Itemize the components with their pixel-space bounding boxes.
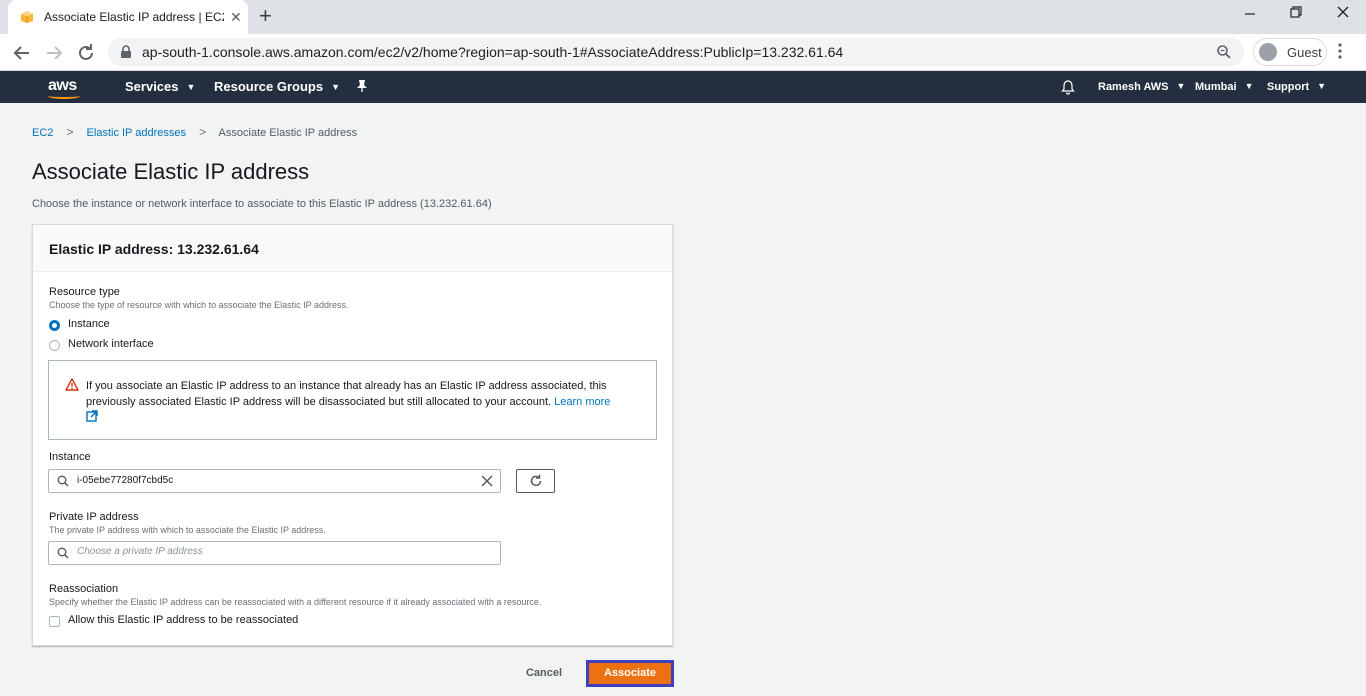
- private-ip-label: Private IP address: [49, 511, 139, 523]
- instance-value: i-05ebe77280f7cbd5c: [77, 475, 174, 486]
- close-icon[interactable]: ✕: [230, 9, 242, 26]
- reassociation-checkbox-label[interactable]: Allow this Elastic IP address to be reas…: [68, 614, 298, 626]
- services-label: Services: [125, 79, 179, 94]
- account-menu[interactable]: Ramesh AWS ▼: [1098, 81, 1185, 93]
- pin-icon[interactable]: [356, 79, 368, 96]
- profile-label: Guest: [1287, 45, 1322, 60]
- new-tab-button[interactable]: +: [259, 5, 272, 27]
- private-ip-description: The private IP address with which to ass…: [49, 525, 326, 535]
- restore-icon[interactable]: [1290, 5, 1302, 23]
- region-menu[interactable]: Mumbai ▼: [1195, 81, 1253, 93]
- kebab-menu-icon[interactable]: [1338, 43, 1342, 59]
- profile-button[interactable]: Guest: [1253, 38, 1327, 66]
- chevron-right-icon: >: [66, 125, 74, 139]
- breadcrumb-elastic-ips[interactable]: Elastic IP addresses: [87, 127, 186, 139]
- page-title: Associate Elastic IP address: [32, 159, 310, 184]
- warning-alert: If you associate an Elastic IP address t…: [48, 360, 657, 440]
- avatar-icon: [1259, 43, 1277, 61]
- cancel-button[interactable]: Cancel: [516, 664, 572, 682]
- resource-groups-menu[interactable]: Resource Groups ▼: [214, 79, 340, 94]
- private-ip-input-wrapper[interactable]: [48, 541, 501, 565]
- reassociation-description: Specify whether the Elastic IP address c…: [49, 597, 542, 607]
- private-ip-input[interactable]: [77, 546, 467, 557]
- chevron-right-icon: >: [199, 125, 207, 139]
- tab-title: Associate Elastic IP address | EC2: [44, 10, 224, 24]
- browser-tab-bar: Associate Elastic IP address | EC2 ✕ +: [0, 0, 1366, 34]
- alert-text: If you associate an Elastic IP address t…: [86, 378, 646, 410]
- alert-message: If you associate an Elastic IP address t…: [86, 380, 607, 408]
- minimize-icon[interactable]: [1244, 5, 1256, 23]
- search-icon: [57, 547, 69, 559]
- panel-title: Elastic IP address: 13.232.61.64: [49, 241, 259, 257]
- chevron-down-icon: ▼: [1244, 81, 1254, 91]
- reload-icon[interactable]: [74, 41, 98, 65]
- url-text: ap-south-1.console.aws.amazon.com/ec2/v2…: [142, 44, 844, 60]
- chevron-down-icon: ▼: [1317, 81, 1327, 91]
- support-menu[interactable]: Support ▼: [1267, 81, 1326, 93]
- resource-groups-label: Resource Groups: [214, 79, 324, 94]
- bell-icon[interactable]: [1061, 79, 1075, 100]
- refresh-icon: [530, 474, 542, 487]
- back-arrow-icon[interactable]: [10, 41, 34, 65]
- instance-search-input[interactable]: i-05ebe77280f7cbd5c: [48, 469, 501, 493]
- browser-address-bar: ap-south-1.console.aws.amazon.com/ec2/v2…: [0, 34, 1366, 71]
- warning-icon: [65, 378, 79, 391]
- forward-arrow-icon[interactable]: [42, 41, 66, 65]
- services-menu[interactable]: Services ▼: [125, 79, 195, 94]
- clear-icon[interactable]: [480, 474, 494, 488]
- lock-icon[interactable]: [120, 45, 132, 59]
- chevron-down-icon: ▼: [331, 82, 341, 92]
- learn-more-link[interactable]: Learn more: [554, 396, 610, 408]
- panel-header: Elastic IP address: 13.232.61.64: [33, 225, 672, 272]
- associate-panel: Elastic IP address: 13.232.61.64 Resourc…: [32, 224, 673, 646]
- resource-type-label: Resource type: [49, 286, 120, 298]
- resource-type-description: Choose the type of resource with which t…: [49, 300, 349, 310]
- radio-instance[interactable]: [49, 320, 60, 331]
- aws-smile-icon: [48, 93, 80, 99]
- instance-label: Instance: [49, 451, 91, 463]
- radio-network-interface-label[interactable]: Network interface: [68, 338, 154, 350]
- url-bar[interactable]: ap-south-1.console.aws.amazon.com/ec2/v2…: [108, 38, 1244, 66]
- reassociation-checkbox[interactable]: [49, 616, 60, 627]
- page-description: Choose the instance or network interface…: [32, 198, 492, 210]
- breadcrumb-ec2[interactable]: EC2: [32, 127, 53, 139]
- region-label: Mumbai: [1195, 81, 1237, 93]
- aws-box-icon: [21, 11, 33, 23]
- reassociation-label: Reassociation: [49, 583, 119, 595]
- support-label: Support: [1267, 81, 1310, 93]
- chevron-down-icon: ▼: [1176, 81, 1186, 91]
- associate-button[interactable]: Associate: [586, 660, 674, 687]
- chevron-down-icon: ▼: [186, 82, 196, 92]
- breadcrumb-current: Associate Elastic IP address: [218, 127, 358, 139]
- browser-tab[interactable]: Associate Elastic IP address | EC2 ✕: [8, 0, 248, 34]
- aws-top-nav: aws Services ▼ Resource Groups ▼ Ramesh AW…: [0, 71, 1366, 103]
- breadcrumb: EC2 > Elastic IP addresses > Associate E…: [32, 125, 357, 139]
- radio-network-interface[interactable]: [49, 340, 60, 351]
- refresh-button[interactable]: [516, 469, 555, 493]
- account-label: Ramesh AWS: [1098, 81, 1169, 93]
- radio-instance-label[interactable]: Instance: [68, 318, 110, 330]
- window-close-icon[interactable]: [1337, 5, 1349, 23]
- zoom-icon[interactable]: [1216, 44, 1232, 60]
- search-icon: [57, 475, 69, 487]
- external-link-icon[interactable]: [86, 410, 98, 422]
